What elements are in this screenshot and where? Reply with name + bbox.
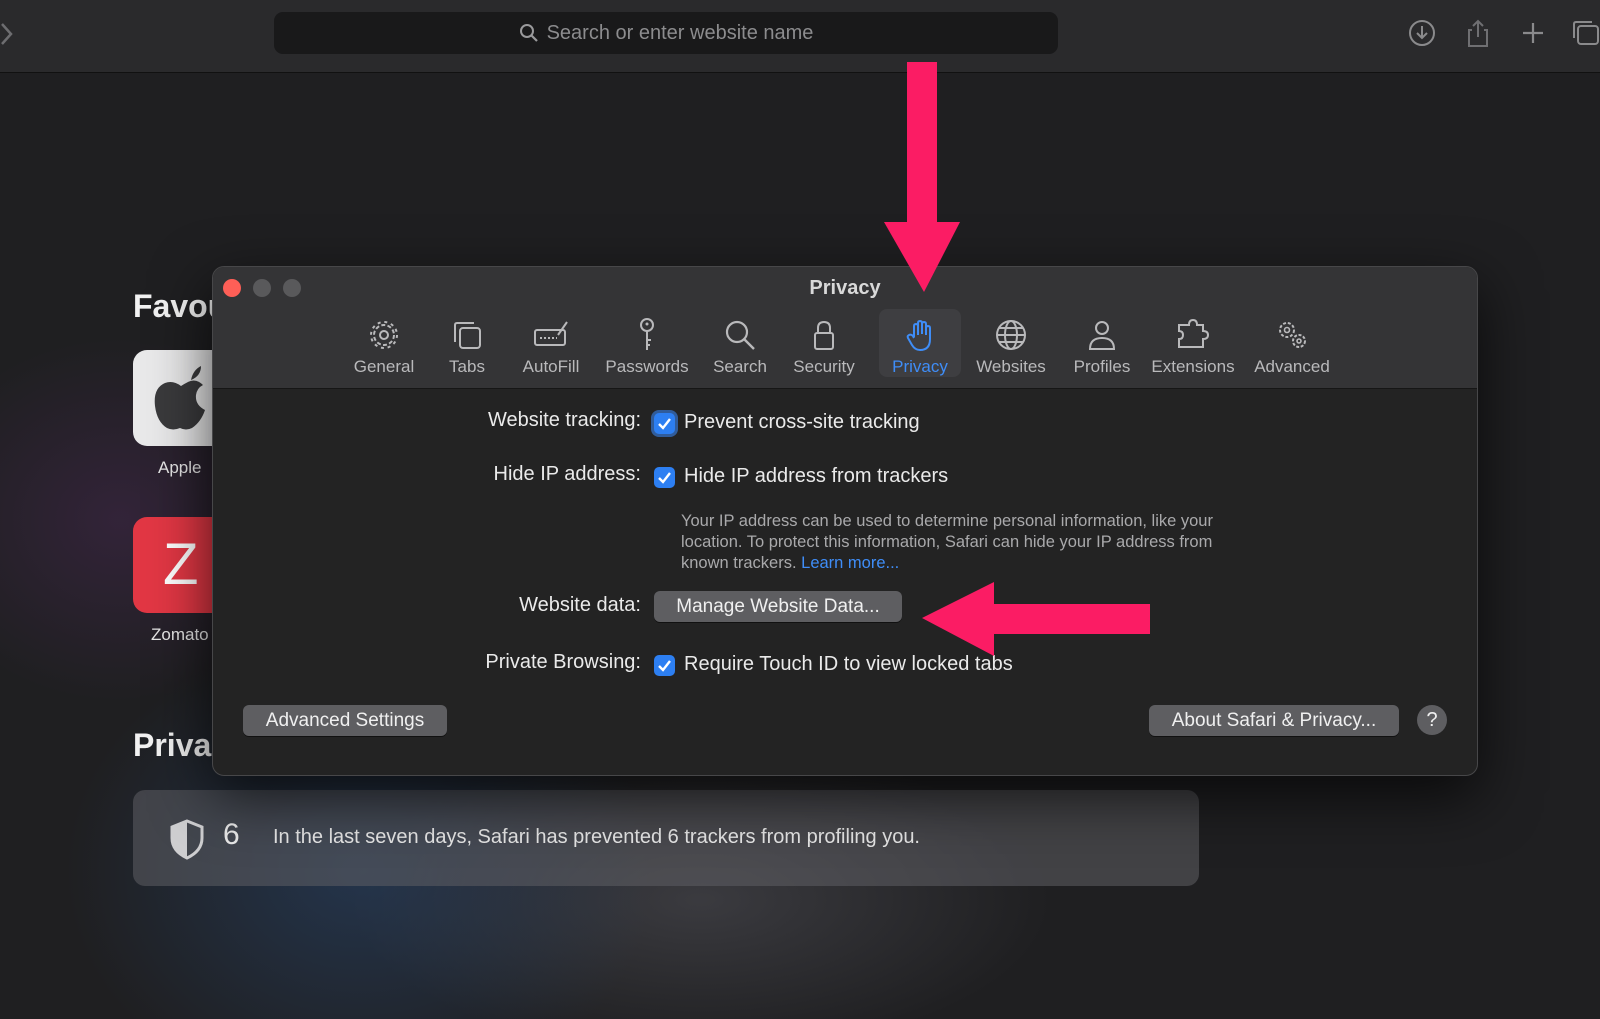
annotation-arrows — [884, 62, 1150, 656]
down-arrow-annotation — [884, 62, 960, 292]
left-arrow-annotation — [922, 582, 1150, 656]
safari-window: { "toolbar": { "address_placeholder": "S… — [0, 0, 1600, 1019]
